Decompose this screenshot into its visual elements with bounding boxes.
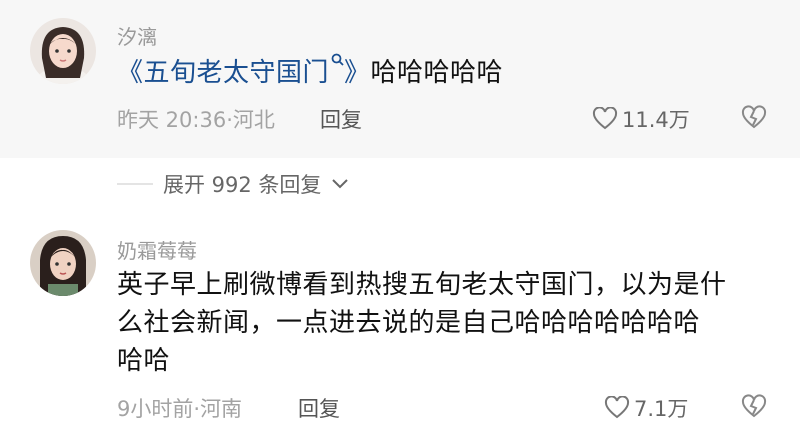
comment-text: 英子早上刷微博看到热搜五旬老太守国门，以为是什 么社会新闻，一点进去说的是自己哈… (117, 266, 797, 380)
location: 河北 (232, 108, 275, 132)
tag-text: 五旬老太守国门 (143, 58, 330, 88)
comment-card-1: 汐漓 《五旬老太守国门 》哈哈哈哈哈 昨天 20:36·河北 回复 11.4万 (0, 0, 800, 158)
avatar-image (30, 18, 96, 84)
comment-meta: 昨天 20:36·河北 (117, 104, 275, 134)
tag-close-bracket: 》 (344, 58, 371, 88)
divider (117, 183, 153, 185)
broken-heart-icon (741, 105, 767, 129)
like-button[interactable]: 7.1万 (604, 393, 688, 423)
comment-body: 哈哈哈哈哈 (370, 58, 504, 88)
dislike-button[interactable] (740, 105, 768, 135)
chevron-down-icon (332, 179, 349, 189)
meta-separator: · (226, 108, 233, 132)
expand-replies-label: 展开 992 条回复 (163, 173, 322, 197)
like-count: 7.1万 (634, 397, 689, 421)
username[interactable]: 奶霜莓莓 (117, 235, 197, 264)
expand-replies[interactable]: 展开 992 条回复 (117, 168, 349, 200)
dislike-button[interactable] (740, 394, 768, 424)
comment-meta: 9小时前·河南 (117, 393, 242, 423)
avatar-image (30, 230, 96, 296)
reply-button[interactable]: 回复 (320, 104, 362, 134)
search-icon (331, 53, 344, 66)
heart-outline-icon (592, 107, 618, 130)
comment-body-line: 么社会新闻，一点进去说的是自己哈哈哈哈哈哈哈 (117, 308, 701, 338)
comment-body-line: 英子早上刷微博看到热搜五旬老太守国门，以为是什 (117, 270, 727, 300)
location: 河南 (200, 397, 243, 421)
like-count: 11.4万 (622, 108, 690, 132)
timestamp: 9小时前 (117, 397, 194, 421)
timestamp: 昨天 20:36 (117, 108, 227, 132)
like-button[interactable]: 11.4万 (592, 104, 690, 134)
comment-body-line: 哈哈 (117, 346, 171, 376)
heart-outline-icon (604, 396, 630, 419)
tag-open-bracket: 《 (117, 58, 144, 88)
comment-text: 《五旬老太守国门 》哈哈哈哈哈 (117, 53, 503, 92)
username[interactable]: 汐漓 (117, 21, 157, 50)
hashtag-link[interactable]: 《五旬老太守国门》 (117, 53, 371, 88)
reply-button[interactable]: 回复 (298, 393, 340, 423)
avatar[interactable] (30, 230, 96, 296)
broken-heart-icon (741, 394, 767, 418)
avatar[interactable] (30, 18, 96, 84)
